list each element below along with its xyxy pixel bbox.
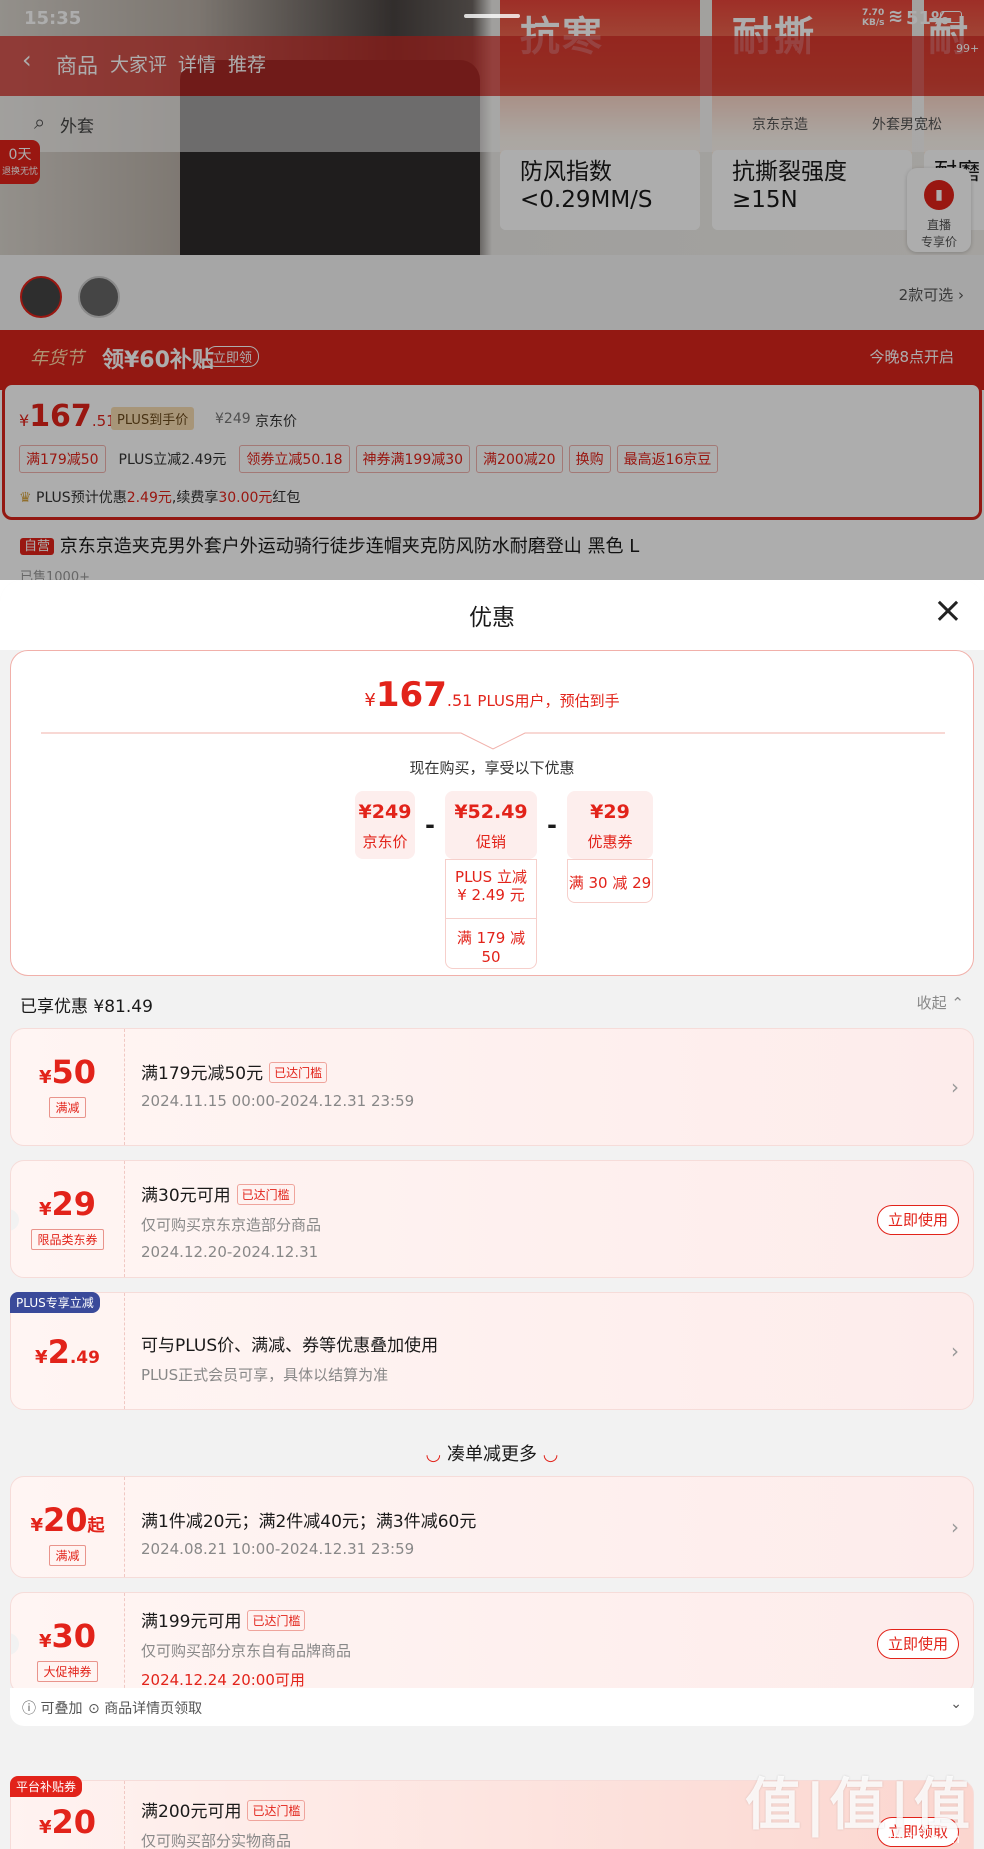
coupon-card[interactable]: ¥50 满减 满179元减50元 已达门槛 2024.11.15 00:00-20… (10, 1028, 974, 1146)
coupon-title: 满200元可用 (141, 1802, 242, 1822)
enjoyed-discount: 已享优惠 ¥81.49 (20, 997, 153, 1017)
coupon-card[interactable]: ¥30 大促神券 满199元可用 已达门槛 仅可购买部分京东自有品牌商品 2024… (10, 1592, 974, 1694)
threshold-badge: 已达门槛 (269, 1062, 328, 1083)
coupon-scope: 仅可购买京东京造部分商品 (141, 1216, 322, 1234)
collapse-button[interactable]: 收起 ⌃ (917, 992, 964, 1013)
site-watermark-url: zhizhi.com (885, 1831, 960, 1847)
use-now-button[interactable]: 立即使用 (877, 1629, 959, 1659)
coupon-title: 可与PLUS价、满减、券等优惠叠加使用 (141, 1336, 439, 1356)
coupon-details: 满 30 减 29 (567, 859, 653, 903)
divider-chevron (41, 732, 945, 750)
coupon-amount-block: ¥30 大促神券 (11, 1593, 125, 1693)
smile-icon: ◡ (542, 1444, 559, 1465)
coupon-amount-block: ¥29 限品类东券 (11, 1161, 125, 1277)
promo-details: PLUS 立减 ¥ 2.49 元 满 179 减 50 (445, 859, 537, 969)
coupon-card[interactable]: ¥29 限品类东券 满30元可用 已达门槛 仅可购买京东京造部分商品 2024.1… (10, 1160, 974, 1278)
coupon-card[interactable]: ¥20起 满减 满1件减20元；满2件减40元；满3件减60元 2024.08.… (10, 1476, 974, 1578)
coupon-validity: 2024.12.20-2024.12.31 (141, 1243, 319, 1261)
coupon-scope: 仅可购买部分京东自有品牌商品 (141, 1642, 352, 1660)
discount-summary: ¥167.51 PLUS用户，预估到手 现在购买，享受以下优惠 ¥249 京东价… (10, 650, 974, 976)
sheet-title: 优惠 (469, 605, 515, 631)
minus-sign: - (425, 811, 435, 839)
threshold-badge: 已达门槛 (247, 1610, 306, 1631)
coupon-type: 满减 (49, 1545, 86, 1566)
chevron-right-icon: › (951, 1515, 959, 1539)
gesture-handle (464, 14, 520, 18)
coupon-title: 满30元可用 (141, 1186, 231, 1206)
coupon-title: 满1件减20元；满2件减40元；满3件减60元 (141, 1512, 477, 1532)
coupon-title: 满199元可用 (141, 1612, 242, 1632)
chevron-down-icon[interactable]: ⌄ (950, 1696, 962, 1712)
estimated-price: ¥167.51 PLUS用户，预估到手 (364, 675, 620, 715)
coupon-type: 满减 (49, 1097, 86, 1118)
plus-exclusive-tag: PLUS专享立减 (10, 1292, 100, 1313)
site-watermark: 值|值|值 (745, 1773, 974, 1838)
discount-sheet: 优惠 × ¥167.51 PLUS用户，预估到手 现在购买，享受以下优惠 ¥24… (0, 580, 984, 1849)
coupon-amount-block: ¥20起 满减 (11, 1477, 125, 1577)
calc-box-jd-price: ¥249 京东价 (355, 791, 415, 859)
more-section-title: ◡ 凑单减更多 ◡ (425, 1444, 559, 1465)
calc-box-promo: ¥52.49 促销 (445, 791, 537, 859)
platform-subsidy-tag: 平台补贴券 (10, 1776, 83, 1797)
calc-box-coupon: ¥29 优惠券 (567, 791, 653, 859)
coupon-card[interactable]: ¥2.49 可与PLUS价、满减、券等优惠叠加使用 PLUS正式会员可享，具体以… (10, 1292, 974, 1410)
claim-source-label: ⊙ 商品详情页领取 (88, 1701, 203, 1717)
coupon-start-time: 2024.12.24 20:00可用 (141, 1671, 305, 1689)
dim-overlay[interactable] (0, 0, 984, 580)
coupon-note: PLUS正式会员可享，具体以结算为准 (141, 1366, 389, 1384)
coupon-validity: 2024.08.21 10:00-2024.12.31 23:59 (141, 1540, 415, 1558)
product-page-background: 抗寒 防风指数 <0.29MM/S 耐撕 抗撕裂强度 ≥15N 耐 耐磨 10 … (0, 0, 984, 580)
coupon-type: 大促神券 (37, 1661, 98, 1682)
coupon-info-bar[interactable]: ⓘ 可叠加 ⊙ 商品详情页领取 ⌄ (10, 1688, 974, 1726)
threshold-badge: 已达门槛 (247, 1800, 306, 1821)
summary-subtitle: 现在购买，享受以下优惠 (409, 759, 575, 777)
coupon-type: 限品类东券 (31, 1229, 104, 1250)
coupon-validity: 2024.11.15 00:00-2024.12.31 23:59 (141, 1092, 415, 1110)
sheet-header: 优惠 × (0, 580, 984, 650)
use-now-button[interactable]: 立即使用 (877, 1205, 959, 1235)
threshold-badge: 已达门槛 (236, 1184, 295, 1205)
coupon-title: 满179元减50元 (141, 1064, 264, 1084)
smile-icon: ◡ (425, 1444, 442, 1465)
coupon-amount-block: ¥50 满减 (11, 1029, 125, 1145)
minus-sign: - (547, 811, 557, 839)
chevron-right-icon: › (951, 1075, 959, 1099)
close-icon[interactable]: × (930, 593, 966, 630)
chevron-right-icon: › (951, 1339, 959, 1363)
stackable-label: ⓘ 可叠加 (22, 1701, 83, 1717)
